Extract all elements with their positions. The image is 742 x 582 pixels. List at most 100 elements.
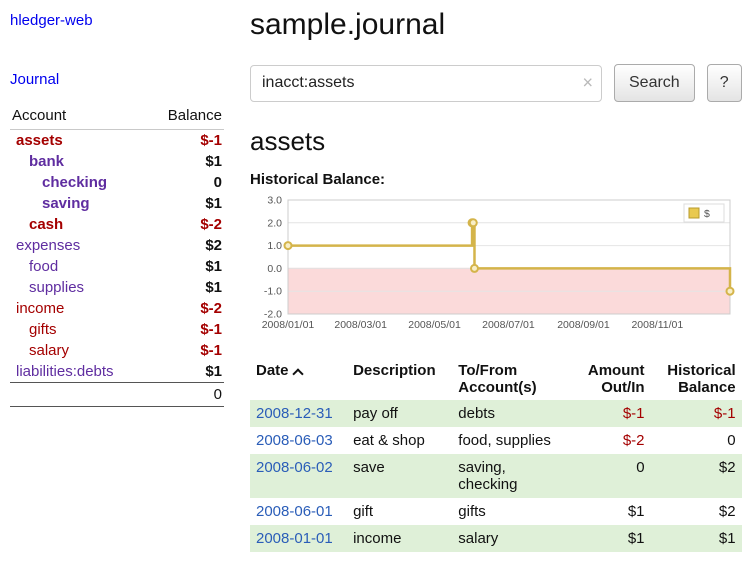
chart-x-tick-label: 2008/01/01 — [262, 319, 315, 331]
transaction-description: eat & shop — [347, 427, 452, 454]
account-balance: $-2 — [148, 214, 224, 235]
chart-x-tick-label: 2008/09/01 — [557, 319, 610, 331]
register-row: 2008-06-03eat & shopfood, supplies$-20 — [250, 427, 742, 454]
transaction-balance: 0 — [651, 427, 742, 454]
account-link[interactable]: liabilities:debts — [16, 363, 114, 380]
transaction-date-link[interactable]: 2008-06-02 — [256, 459, 333, 476]
chart-legend-swatch — [689, 208, 699, 218]
sidebar: hledger-web Journal Account Balance asse… — [0, 0, 236, 582]
transaction-balance: $-1 — [651, 400, 742, 427]
account-link[interactable]: supplies — [29, 279, 84, 296]
transaction-date-link[interactable]: 2008-06-01 — [256, 503, 333, 520]
account-link[interactable]: saving — [42, 195, 90, 212]
account-row: saving $1 — [10, 193, 224, 214]
account-link[interactable]: checking — [42, 174, 107, 191]
register-header-amount: Amount Out/In — [572, 358, 651, 400]
register-row: 2008-06-01giftgifts$1$2 — [250, 498, 742, 525]
transaction-balance: $1 — [651, 525, 742, 552]
chart-y-tick-label: 2.0 — [267, 217, 282, 229]
main-content: sample.journal × Search ? assets Histori… — [236, 0, 742, 582]
historical-balance-chart: 3.02.01.00.0-1.0-2.02008/01/012008/03/01… — [250, 192, 742, 342]
account-balance: $1 — [148, 361, 224, 383]
chart-x-tick-label: 2008/07/01 — [482, 319, 535, 331]
chart-point — [470, 219, 477, 226]
account-row: income $-2 — [10, 298, 224, 319]
transaction-date-link[interactable]: 2008-06-03 — [256, 432, 333, 449]
transaction-accounts: debts — [452, 400, 571, 427]
accounts-header-account: Account — [10, 104, 148, 130]
chart-x-tick-label: 2008/11/01 — [631, 319, 683, 331]
nav-journal-link[interactable]: Journal — [10, 71, 224, 88]
transaction-balance: $2 — [651, 454, 742, 498]
account-row: expenses $2 — [10, 235, 224, 256]
transaction-description: gift — [347, 498, 452, 525]
brand-link[interactable]: hledger-web — [10, 12, 224, 29]
chart-point — [727, 288, 734, 295]
chart-point — [471, 265, 478, 272]
account-link[interactable]: salary — [29, 342, 69, 359]
transaction-description: income — [347, 525, 452, 552]
register-header-date[interactable]: Date — [250, 358, 347, 400]
transaction-description: save — [347, 454, 452, 498]
chart-x-tick-label: 2008/03/01 — [334, 319, 387, 331]
transaction-accounts: gifts — [452, 498, 571, 525]
account-balance: $1 — [148, 277, 224, 298]
transaction-date-link[interactable]: 2008-01-01 — [256, 530, 333, 547]
register-header-balance: Historical Balance — [651, 358, 742, 400]
chart-x-tick-label: 2008/05/01 — [408, 319, 461, 331]
chart-svg: 3.02.01.00.0-1.0-2.02008/01/012008/03/01… — [250, 192, 736, 342]
chart-legend-label: $ — [704, 208, 710, 220]
register-row: 2008-06-02 savesaving, checking0$2 — [250, 454, 742, 498]
account-link[interactable]: gifts — [29, 321, 57, 338]
account-link[interactable]: income — [16, 300, 64, 317]
account-row: gifts$-1 — [10, 319, 224, 340]
account-row: salary $-1 — [10, 340, 224, 361]
account-row: liabilities:debts $1 — [10, 361, 224, 383]
chart-y-tick-label: 1.0 — [267, 240, 282, 252]
chart-point — [285, 242, 292, 249]
account-balance: $-1 — [148, 340, 224, 361]
account-balance: $-2 — [148, 298, 224, 319]
transaction-amount: 0 — [572, 454, 651, 498]
page-title: sample.journal — [250, 8, 742, 42]
app-window: hledger-web Journal Account Balance asse… — [0, 0, 742, 582]
account-row: supplies $1 — [10, 277, 224, 298]
account-link[interactable]: expenses — [16, 237, 80, 254]
register-header-description: Description — [347, 358, 452, 400]
account-link[interactable]: bank — [29, 153, 64, 170]
register-header-accounts: To/From Account(s) — [452, 358, 571, 400]
account-link[interactable]: cash — [29, 216, 63, 233]
account-balance: $-1 — [148, 130, 224, 152]
account-row: cash $-2 — [10, 214, 224, 235]
sort-up-icon — [292, 368, 303, 379]
register-table: Date Description To/From Account(s) Amou… — [250, 358, 742, 552]
transaction-description: pay off — [347, 400, 452, 427]
search-button[interactable]: Search — [614, 64, 695, 102]
transaction-accounts: salary — [452, 525, 571, 552]
register-body: 2008-12-31pay offdebts$-1$-12008-06-03ea… — [250, 400, 742, 552]
account-link[interactable]: assets — [16, 132, 63, 149]
account-heading: assets — [250, 126, 742, 157]
accounts-body: assets$-1bank$1checking0saving$1cash$-2e… — [10, 130, 224, 383]
clear-search-icon[interactable]: × — [582, 74, 593, 92]
chart-title: Historical Balance: — [250, 171, 742, 188]
transaction-amount: $-2 — [572, 427, 651, 454]
account-balance: 0 — [148, 172, 224, 193]
search-input[interactable] — [250, 65, 602, 102]
account-balance: $1 — [148, 151, 224, 172]
account-balance: $2 — [148, 235, 224, 256]
chart-y-tick-label: -1.0 — [264, 286, 282, 298]
transaction-date-link[interactable]: 2008-12-31 — [256, 405, 333, 422]
search-row: × Search ? — [250, 64, 742, 102]
transaction-amount: $-1 — [572, 400, 651, 427]
account-link[interactable]: food — [29, 258, 58, 275]
account-balance: $1 — [148, 193, 224, 214]
account-row: checking 0 — [10, 172, 224, 193]
transaction-amount: $1 — [572, 525, 651, 552]
transaction-accounts: saving, checking — [452, 454, 571, 498]
accounts-header-balance: Balance — [148, 104, 224, 130]
register-row: 2008-12-31pay offdebts$-1$-1 — [250, 400, 742, 427]
register-row: 2008-01-01incomesalary$1$1 — [250, 525, 742, 552]
help-button[interactable]: ? — [707, 64, 742, 102]
accounts-total-row: 0 — [10, 383, 224, 407]
